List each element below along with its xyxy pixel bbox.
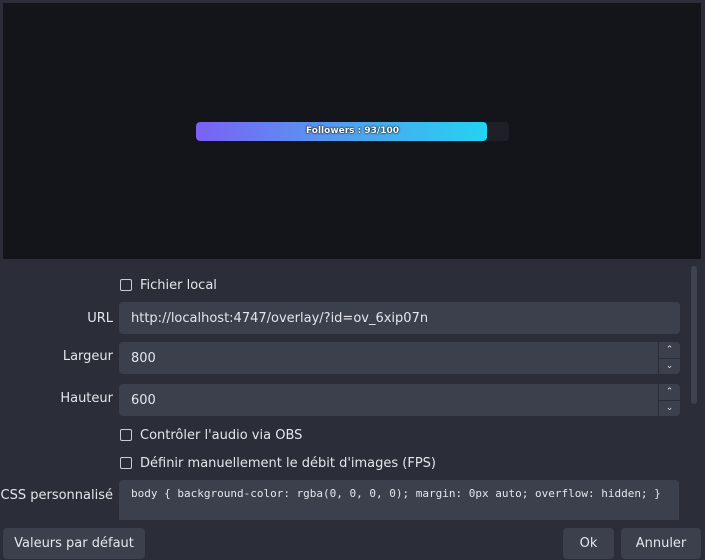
width-spin-buttons: ⌃ ⌄ — [658, 342, 680, 374]
width-increment-icon[interactable]: ⌃ — [658, 342, 680, 359]
height-increment-icon[interactable]: ⌃ — [658, 384, 680, 401]
fps-checkbox-row[interactable]: Définir manuellement le débit d'images (… — [120, 453, 436, 473]
audio-checkbox[interactable] — [120, 429, 132, 441]
progress-bar-label: Followers : 93/100 — [306, 126, 399, 136]
height-spinbox[interactable]: 600 ⌃ ⌄ — [119, 384, 680, 416]
local-file-label: Fichier local — [140, 277, 217, 293]
properties-scrollbar[interactable] — [691, 266, 697, 404]
url-label: URL — [87, 311, 113, 326]
dialog-footer: Valeurs par défaut Ok Annuler — [0, 520, 705, 560]
url-input[interactable]: http://localhost:4747/overlay/?id=ov_6xi… — [119, 302, 680, 334]
width-decrement-icon[interactable]: ⌄ — [658, 358, 680, 374]
local-file-checkbox[interactable] — [120, 279, 132, 291]
url-value: http://localhost:4747/overlay/?id=ov_6xi… — [131, 310, 429, 326]
height-decrement-icon[interactable]: ⌄ — [658, 400, 680, 416]
css-label: CSS personnalisé — [0, 488, 113, 503]
width-label: Largeur — [62, 349, 113, 364]
browser-source-preview: Followers : 93/100 — [3, 3, 701, 259]
defaults-button[interactable]: Valeurs par défaut — [3, 528, 145, 559]
fps-label: Définir manuellement le débit d'images (… — [140, 455, 437, 471]
audio-checkbox-row[interactable]: Contrôler l'audio via OBS — [120, 425, 302, 445]
progress-bar-track: Followers : 93/100 — [196, 122, 509, 141]
cancel-button[interactable]: Annuler — [621, 528, 701, 559]
height-value: 600 — [131, 392, 156, 408]
ok-button[interactable]: Ok — [563, 528, 614, 559]
fps-checkbox[interactable] — [120, 457, 132, 469]
width-spinbox[interactable]: 800 ⌃ ⌄ — [119, 342, 680, 374]
width-value: 800 — [131, 350, 156, 366]
height-label: Hauteur — [60, 391, 113, 406]
local-file-checkbox-row[interactable]: Fichier local — [120, 275, 217, 295]
height-spin-buttons: ⌃ ⌄ — [658, 384, 680, 416]
audio-label: Contrôler l'audio via OBS — [140, 427, 303, 443]
properties-panel: Fichier local URL http://localhost:4747/… — [0, 262, 705, 520]
custom-css-textarea[interactable]: body { background-color: rgba(0, 0, 0, 0… — [119, 480, 679, 520]
